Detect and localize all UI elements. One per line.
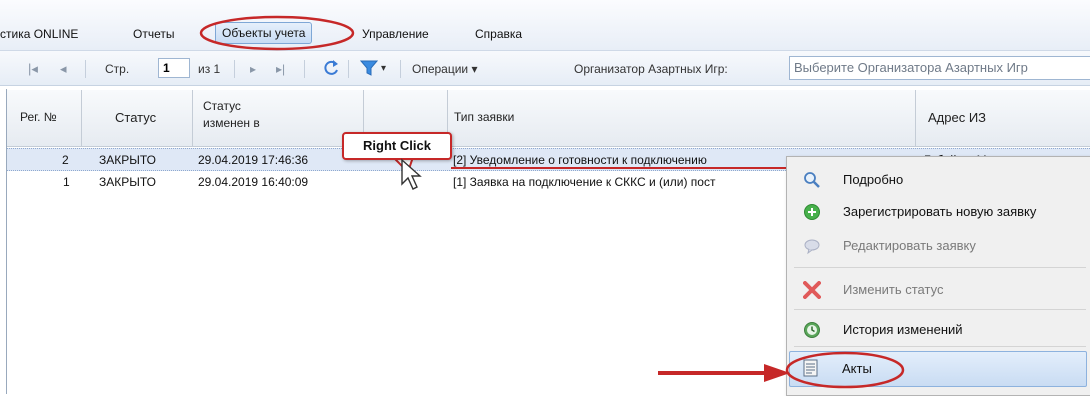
edit-bubble-icon	[804, 239, 820, 255]
refresh-icon[interactable]	[321, 58, 341, 78]
add-circle-icon	[804, 204, 820, 220]
toolbar-separator	[400, 60, 401, 78]
column-header-label: изменен в	[203, 116, 260, 130]
page-label: Стр.	[105, 62, 130, 76]
right-click-callout: Right Click	[342, 132, 452, 160]
context-menu-separator	[794, 267, 1086, 268]
context-menu-item-edit-request[interactable]: Редактировать заявку	[786, 228, 1090, 264]
mouse-cursor-icon	[401, 158, 422, 190]
highlight-ellipse-acts	[785, 351, 905, 389]
cell-reg-no: 1	[63, 175, 70, 189]
column-header-request-type[interactable]: Тип заявки	[448, 90, 916, 147]
operations-menu-button[interactable]: Операции ▾	[412, 60, 478, 78]
context-menu-item-register-new[interactable]: Зарегистрировать новую заявку	[786, 194, 1090, 230]
last-page-icon[interactable]: ▸|	[276, 60, 285, 78]
column-header-status[interactable]: Статус	[82, 90, 193, 147]
column-header-label: Статус	[203, 99, 241, 113]
highlight-ellipse-menu	[199, 15, 355, 51]
column-header-label: Статус	[115, 110, 157, 125]
cell-reg-no: 2	[62, 153, 69, 167]
prev-page-icon[interactable]: ◂	[60, 60, 67, 78]
toolbar-separator	[234, 60, 235, 78]
toolbar-separator	[85, 60, 86, 78]
context-menu-separator	[794, 309, 1086, 310]
context-menu-label: Изменить статус	[843, 282, 944, 297]
annotation-arrow-icon	[658, 364, 790, 382]
context-menu-item-history[interactable]: История изменений	[786, 312, 1090, 348]
column-header-status-changed[interactable]: Статус изменен в	[193, 90, 364, 147]
filter-icon[interactable]	[360, 60, 378, 76]
column-header-address[interactable]: Адрес ИЗ	[916, 90, 1090, 147]
history-clock-icon	[804, 322, 820, 338]
toolbar-separator	[348, 60, 349, 78]
magnifier-icon	[804, 172, 820, 188]
next-page-icon[interactable]: ▸	[250, 60, 256, 78]
organizer-select[interactable]: Выберите Организатора Азартных Игр	[789, 56, 1090, 80]
menu-item-reports[interactable]: Отчеты	[133, 24, 174, 44]
context-menu-label: Подробно	[843, 172, 904, 187]
column-header-reg-no[interactable]: Рег. №	[7, 90, 82, 147]
context-menu-item-change-status[interactable]: Изменить статус	[786, 272, 1090, 308]
context-menu-separator	[794, 346, 1086, 347]
context-menu-label: История изменений	[843, 322, 963, 337]
menu-item-management[interactable]: Управление	[362, 24, 429, 44]
cell-status: ЗАКРЫТО	[99, 153, 156, 167]
column-header-label: Адрес ИЗ	[928, 110, 987, 125]
filter-dropdown-icon[interactable]: ▾	[381, 60, 386, 78]
menu-item-statistics-online[interactable]: стика ONLINE	[0, 24, 78, 44]
menu-item-help[interactable]: Справка	[475, 24, 522, 44]
organizer-label: Организатор Азартных Игр:	[574, 62, 728, 76]
column-header-label: Рег. №	[20, 110, 57, 124]
column-header-label: Тип заявки	[454, 110, 515, 124]
red-x-icon	[803, 281, 821, 299]
cell-status: ЗАКРЫТО	[99, 175, 156, 189]
cell-status-changed: 29.04.2019 16:40:09	[198, 175, 309, 189]
context-menu-label: Редактировать заявку	[843, 238, 976, 253]
context-menu-item-details[interactable]: Подробно	[786, 162, 1090, 198]
toolbar-separator	[304, 60, 305, 78]
page-total: из 1	[198, 62, 221, 76]
page-number-input[interactable]	[158, 58, 190, 78]
cell-request-type: [1] Заявка на подключение к СККС и (или)…	[453, 175, 716, 189]
cell-status-changed: 29.04.2019 17:46:36	[198, 153, 309, 167]
first-page-icon[interactable]: |◂	[28, 60, 38, 78]
context-menu-label: Зарегистрировать новую заявку	[843, 204, 1037, 219]
highlight-underline	[451, 167, 790, 169]
